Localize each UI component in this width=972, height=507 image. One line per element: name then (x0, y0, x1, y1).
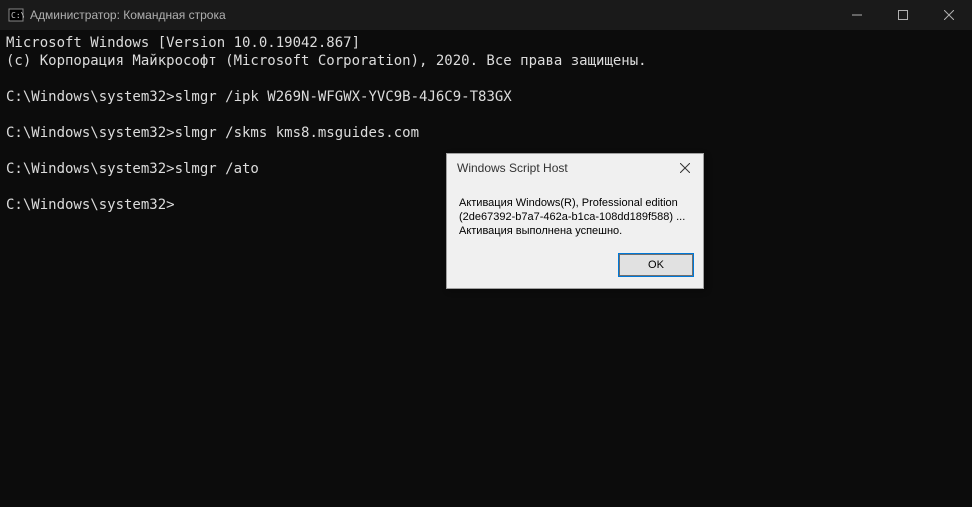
dialog-titlebar[interactable]: Windows Script Host (447, 154, 703, 182)
prompt-text: C:\Windows\system32> (6, 197, 175, 213)
prompt-text: C:\Windows\system32> (6, 161, 175, 177)
prompt-text: C:\Windows\system32> (6, 89, 175, 105)
prompt-text: C:\Windows\system32> (6, 125, 175, 141)
svg-text:C:\: C:\ (11, 11, 24, 20)
message-dialog: Windows Script Host Активация Windows(R)… (446, 153, 704, 289)
copyright-text: (c) Корпорация Майкрософт (Microsoft Cor… (6, 53, 647, 69)
dialog-close-button[interactable] (671, 158, 699, 178)
command-text: slmgr /skms kms8.msguides.com (175, 125, 419, 141)
dialog-message-line: Активация Windows(R), Professional editi… (459, 196, 691, 210)
command-text: slmgr /ipk W269N-WFGWX-YVC9B-4J6C9-T83GX (175, 89, 512, 105)
titlebar: C:\ Администратор: Командная строка (0, 0, 972, 30)
close-button[interactable] (926, 0, 972, 30)
ok-button[interactable]: OK (619, 254, 693, 276)
dialog-body: Активация Windows(R), Professional editi… (447, 182, 703, 244)
dialog-message-line: Активация выполнена успешно. (459, 224, 691, 238)
cmd-icon: C:\ (8, 7, 24, 23)
command-text: slmgr /ato (175, 161, 259, 177)
minimize-button[interactable] (834, 0, 880, 30)
maximize-button[interactable] (880, 0, 926, 30)
dialog-title: Windows Script Host (457, 161, 671, 175)
version-text: Microsoft Windows [Version 10.0.19042.86… (6, 35, 360, 51)
window-title: Администратор: Командная строка (30, 8, 834, 22)
dialog-footer: OK (447, 244, 703, 288)
dialog-message-line: (2de67392-b7a7-462a-b1ca-108dd189f588) .… (459, 210, 691, 224)
window-controls (834, 0, 972, 30)
